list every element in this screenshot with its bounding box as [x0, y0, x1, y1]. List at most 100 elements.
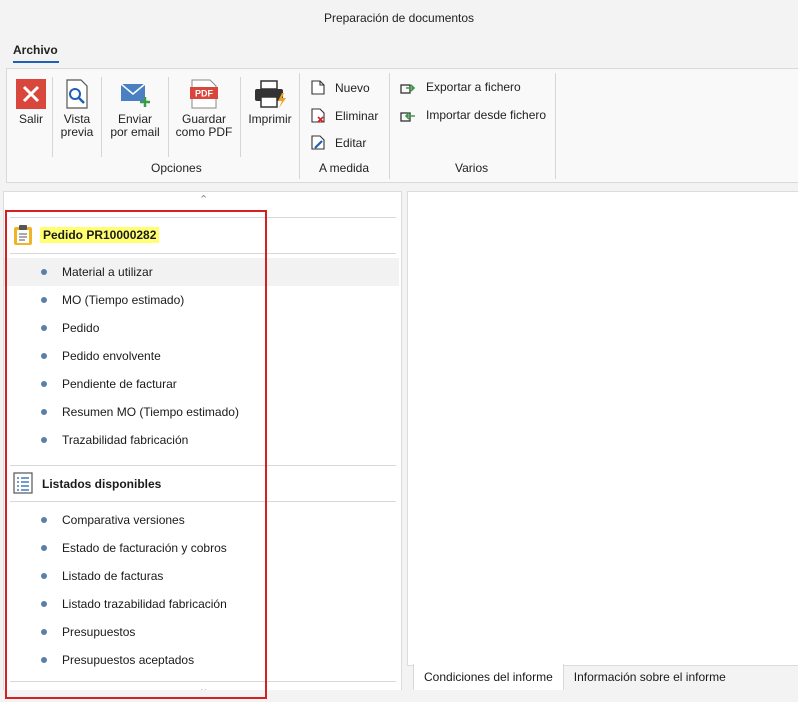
guardar-label-1: Guardar: [181, 112, 227, 126]
salir-button[interactable]: Salir: [13, 79, 49, 126]
divider: [10, 217, 396, 218]
divider: [10, 465, 396, 466]
list-item-label: Resumen MO (Tiempo estimado): [62, 405, 239, 419]
edit-document-icon: [311, 135, 325, 150]
list-item-label: Pedido: [62, 321, 100, 335]
list-item[interactable]: Material a utilizar: [4, 258, 399, 286]
guardar-pdf-button[interactable]: PDF Guardar como PDF: [171, 79, 237, 139]
enviar-label-1: Enviar: [117, 112, 152, 126]
list-item[interactable]: Resumen MO (Tiempo estimado): [4, 398, 399, 426]
bullet-icon: [41, 381, 47, 387]
list-item-label: MO (Tiempo estimado): [62, 293, 185, 307]
preview-icon: [66, 79, 88, 109]
ribbon-divider: [240, 77, 241, 157]
list-item[interactable]: Listado de facturas: [4, 562, 399, 590]
bullet-icon: [41, 409, 47, 415]
editar-button[interactable]: Editar: [311, 135, 366, 150]
report-tabs: Condiciones del informe Información sobr…: [413, 664, 736, 691]
imprimir-button[interactable]: Imprimir: [245, 79, 295, 126]
ribbon-divider: [101, 77, 102, 157]
importar-button[interactable]: Importar desde fichero: [400, 108, 546, 122]
list-item[interactable]: Trazabilidad fabricación: [4, 426, 399, 454]
vista-previa-button[interactable]: Vista previa: [57, 79, 97, 139]
group-label-opciones: Opciones: [151, 161, 202, 175]
list-item[interactable]: Pedido: [4, 314, 399, 342]
close-icon: [16, 79, 46, 109]
bullet-icon: [41, 269, 47, 275]
group-divider: [299, 73, 300, 179]
list-item-label: Presupuestos: [62, 625, 136, 639]
bullet-icon: [41, 545, 47, 551]
list-item-label: Material a utilizar: [62, 265, 153, 279]
divider: [10, 501, 396, 502]
list-item[interactable]: Presupuestos: [4, 618, 399, 646]
vista-previa-label-1: Vista: [63, 112, 91, 126]
exportar-label: Exportar a fichero: [426, 80, 521, 94]
bullet-icon: [41, 657, 47, 663]
pedido-section-title: Pedido PR10000282: [40, 227, 160, 243]
ribbon-divider: [52, 77, 53, 157]
menu-tab-underline: [13, 61, 59, 63]
guardar-label-2: como PDF: [175, 125, 233, 139]
list-item[interactable]: Pendiente de facturar: [4, 370, 399, 398]
list-item-label: Trazabilidad fabricación: [62, 433, 189, 447]
tab-informacion[interactable]: Información sobre el informe: [564, 664, 736, 690]
list-item[interactable]: Presupuestos aceptados: [4, 646, 399, 674]
bullet-icon: [41, 517, 47, 523]
list-icon: [13, 472, 33, 494]
list-item[interactable]: Estado de facturación y cobros: [4, 534, 399, 562]
group-label-varios: Varios: [455, 161, 489, 175]
delete-document-icon: [311, 108, 325, 123]
bullet-icon: [41, 437, 47, 443]
status-strip: [0, 690, 798, 702]
divider: [10, 253, 396, 254]
list-item-label: Pendiente de facturar: [62, 377, 177, 391]
listados-section-title: Listados disponibles: [42, 477, 162, 491]
vista-previa-label-2: previa: [60, 125, 94, 139]
ribbon: Salir Vista previa Enviar por email PDF …: [6, 68, 798, 183]
report-list-panel: ⌃ Pedido PR10000282 Material a utilizar …: [3, 191, 402, 702]
email-icon: [120, 83, 150, 107]
list-item-label: Listado de facturas: [62, 569, 164, 583]
group-divider: [389, 73, 390, 179]
list-item[interactable]: Pedido envolvente: [4, 342, 399, 370]
bullet-icon: [41, 353, 47, 359]
tab-condiciones[interactable]: Condiciones del informe: [413, 664, 564, 691]
bullet-icon: [41, 573, 47, 579]
window-title: Preparación de documentos: [323, 11, 475, 25]
list-item-label: Pedido envolvente: [62, 349, 161, 363]
eliminar-button[interactable]: Eliminar: [311, 108, 378, 123]
list-item[interactable]: Listado trazabilidad fabricación: [4, 590, 399, 618]
salir-label: Salir: [18, 112, 43, 126]
enviar-label-2: por email: [110, 125, 160, 139]
list-item[interactable]: MO (Tiempo estimado): [4, 286, 399, 314]
list-item[interactable]: Comparativa versiones: [4, 506, 399, 534]
exportar-button[interactable]: Exportar a fichero: [400, 80, 521, 94]
scroll-up-icon[interactable]: ⌃: [199, 193, 208, 206]
import-icon: [400, 112, 415, 122]
new-document-icon: [311, 80, 325, 95]
editar-label: Editar: [335, 135, 367, 150]
bullet-icon: [41, 601, 47, 607]
eliminar-label: Eliminar: [335, 108, 379, 123]
nuevo-button[interactable]: Nuevo: [311, 80, 370, 95]
list-item-label: Listado trazabilidad fabricación: [62, 597, 227, 611]
list-item-label: Estado de facturación y cobros: [62, 541, 227, 555]
pdf-icon-text: PDF: [195, 89, 214, 99]
pdf-icon: PDF: [190, 79, 218, 109]
enviar-email-button[interactable]: Enviar por email: [105, 79, 165, 139]
printer-icon: [255, 80, 286, 108]
list-item-label: Comparativa versiones: [62, 513, 185, 527]
importar-label: Importar desde fichero: [426, 108, 547, 122]
export-icon: [400, 84, 416, 94]
bullet-icon: [41, 325, 47, 331]
list-item-label: Presupuestos aceptados: [62, 653, 195, 667]
group-divider: [555, 73, 556, 179]
menu-tab-archivo[interactable]: Archivo: [13, 43, 58, 57]
pedido-title-text: Pedido PR10000282: [40, 227, 160, 243]
title-bar: Preparación de documentos: [0, 0, 798, 34]
bullet-icon: [41, 629, 47, 635]
group-label-a-medida: A medida: [319, 161, 370, 175]
report-preview-panel: [407, 191, 798, 666]
imprimir-label: Imprimir: [248, 112, 292, 126]
